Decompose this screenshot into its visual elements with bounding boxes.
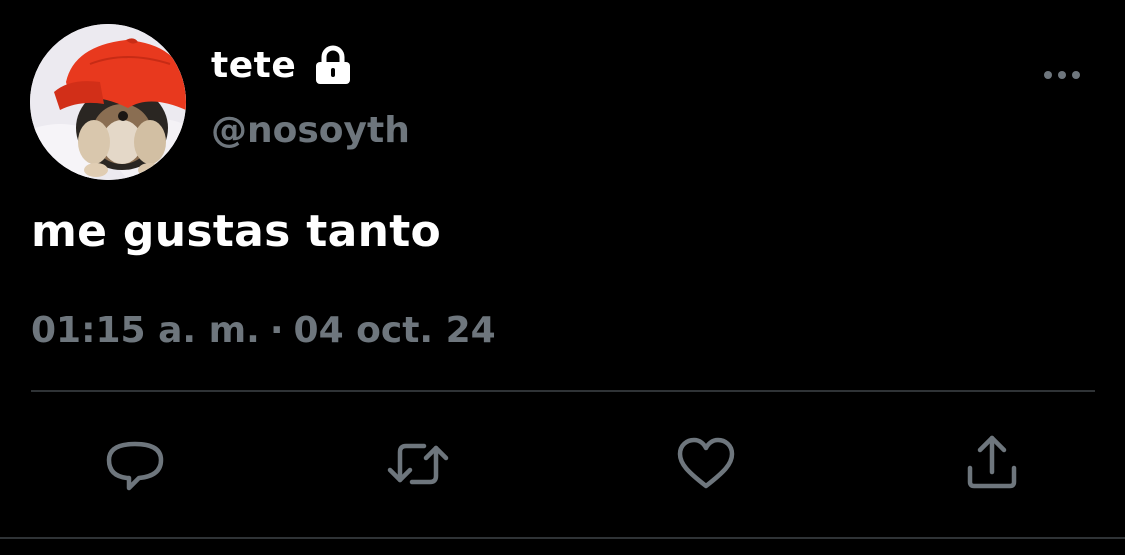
reply-button[interactable] [103,432,167,496]
bottom-divider [0,537,1125,539]
lock-icon [314,45,352,85]
tweet-meta: 01:15 a. m. · 04 oct. 24 [31,310,496,351]
tweet-detail: tete @nosoyth me gustas tanto 01:15 a. m… [0,0,1125,555]
reply-icon [103,432,167,496]
avatar[interactable] [30,24,186,180]
like-button[interactable] [674,432,738,496]
tweet-text: me gustas tanto [31,206,442,257]
meta-separator: · [269,310,284,351]
display-name[interactable]: tete [211,45,296,86]
tweet-date[interactable]: 04 oct. 24 [294,310,496,351]
like-icon [674,432,738,496]
more-icon[interactable] [1040,60,1084,90]
share-icon [960,432,1024,496]
share-button[interactable] [960,432,1024,496]
tweet-time[interactable]: 01:15 a. m. [31,310,260,351]
divider [31,390,1095,392]
retweet-icon [386,432,450,496]
user-name-row: tete [211,42,352,88]
user-handle[interactable]: @nosoyth [211,110,410,151]
retweet-button[interactable] [386,432,450,496]
